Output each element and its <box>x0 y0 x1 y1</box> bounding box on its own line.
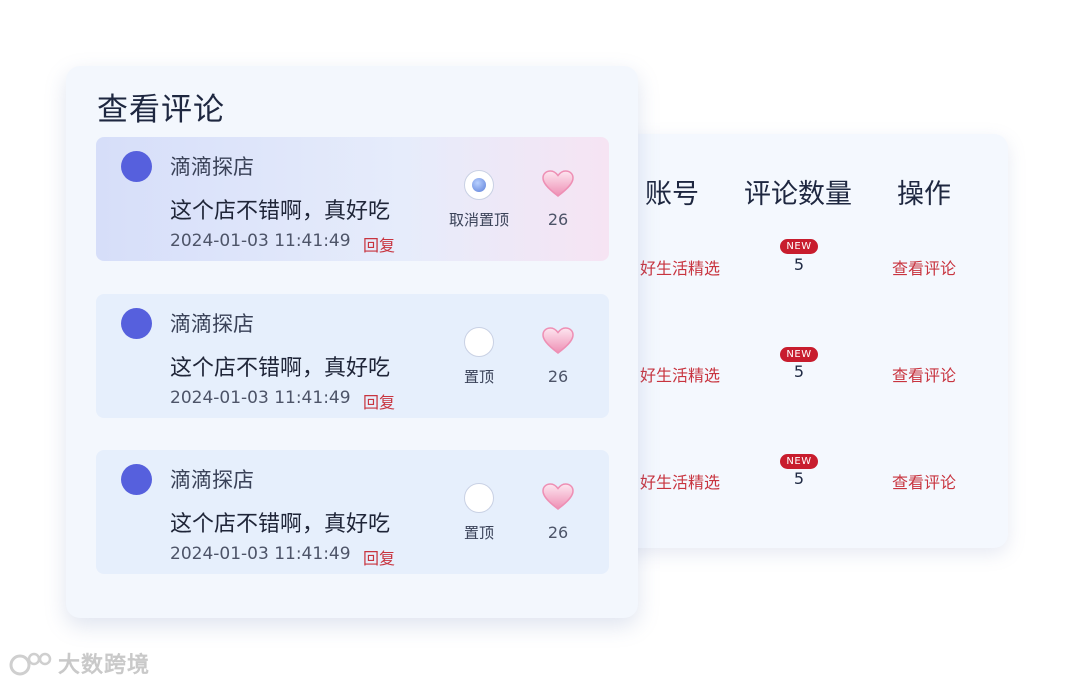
heart-icon[interactable] <box>542 483 574 511</box>
panel-title: 查看评论 <box>97 92 225 128</box>
table-row-comment-count: 5 <box>793 255 805 274</box>
reply-link[interactable]: 回复 <box>363 545 395 569</box>
table-row-account: 好生活精选 <box>640 259 721 278</box>
reply-link[interactable]: 回复 <box>363 232 395 256</box>
watermark-logo-icon <box>9 652 52 676</box>
comment-content: 这个店不错啊，真好吃 <box>170 512 391 537</box>
comment-item: 滴滴探店 这个店不错啊，真好吃 2024-01-03 11:41:49 回复 置… <box>96 294 609 418</box>
new-badge: NEW <box>780 239 818 254</box>
avatar <box>121 464 152 495</box>
comment-timestamp: 2024-01-03 11:41:49 <box>170 544 351 564</box>
comment-item: 滴滴探店 这个店不错啊，真好吃 2024-01-03 11:41:49 回复 置… <box>96 450 609 574</box>
view-comments-link[interactable]: 查看评论 <box>892 362 956 386</box>
like-count: 26 <box>547 210 569 229</box>
column-header-actions: 操作 <box>897 179 951 210</box>
watermark: 大数跨境 <box>8 648 150 678</box>
table-row-comment-count: 5 <box>793 362 805 381</box>
table-row-account: 好生活精选 <box>640 366 721 385</box>
column-header-comment-count: 评论数量 <box>744 179 852 210</box>
like-count: 26 <box>547 523 569 542</box>
avatar <box>121 151 152 182</box>
pin-toggle-label: 置顶 <box>463 524 494 542</box>
pin-toggle[interactable] <box>464 483 494 513</box>
new-badge: NEW <box>780 347 818 362</box>
comment-timestamp: 2024-01-03 11:41:49 <box>170 388 351 408</box>
pin-toggle[interactable] <box>464 327 494 357</box>
heart-icon[interactable] <box>542 170 574 198</box>
comment-content: 这个店不错啊，真好吃 <box>170 356 391 381</box>
view-comments-link[interactable]: 查看评论 <box>892 469 956 493</box>
watermark-text: 大数跨境 <box>58 653 151 678</box>
column-header-account: 账号 <box>645 179 699 210</box>
comment-timestamp: 2024-01-03 11:41:49 <box>170 231 351 251</box>
comment-username: 滴滴探店 <box>170 155 254 179</box>
like-count: 26 <box>547 367 569 386</box>
table-row-account: 好生活精选 <box>640 473 721 492</box>
new-badge: NEW <box>780 454 818 469</box>
radio-selected-icon <box>472 178 486 192</box>
comment-username: 滴滴探店 <box>170 312 254 336</box>
pin-toggle[interactable] <box>464 170 494 200</box>
comment-username: 滴滴探店 <box>170 468 254 492</box>
reply-link[interactable]: 回复 <box>363 389 395 413</box>
view-comments-link[interactable]: 查看评论 <box>892 255 956 279</box>
avatar <box>121 308 152 339</box>
pin-toggle-label: 取消置顶 <box>448 211 509 229</box>
heart-icon[interactable] <box>542 327 574 355</box>
comment-content: 这个店不错啊，真好吃 <box>170 199 391 224</box>
table-row-comment-count: 5 <box>793 469 805 488</box>
pin-toggle-label: 置顶 <box>463 368 494 386</box>
comment-item: 滴滴探店 这个店不错啊，真好吃 2024-01-03 11:41:49 回复 取… <box>96 137 609 261</box>
